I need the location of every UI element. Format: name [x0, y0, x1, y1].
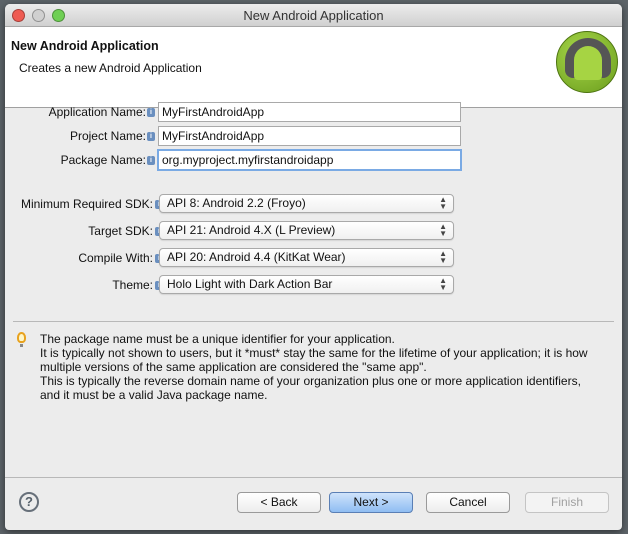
- min-sdk-dropdown[interactable]: API 8: Android 2.2 (Froyo) ▲ ▼: [159, 194, 454, 213]
- cancel-button[interactable]: Cancel: [426, 492, 510, 513]
- divider: [13, 321, 614, 322]
- compile-with-dropdown[interactable]: API 20: Android 4.4 (KitKat Wear) ▲ ▼: [159, 248, 454, 267]
- info-icon[interactable]: i: [147, 132, 155, 141]
- hint-line: This is typically the reverse domain nam…: [40, 374, 581, 388]
- hint-line: The package name must be a unique identi…: [40, 332, 395, 346]
- target-sdk-label: Target SDK:: [88, 224, 153, 238]
- window-title: New Android Application: [243, 8, 384, 23]
- back-button[interactable]: < Back: [237, 492, 321, 513]
- application-name-label: Application Name:: [48, 105, 146, 119]
- compile-with-value: API 20: Android 4.4 (KitKat Wear): [167, 250, 346, 264]
- theme-label: Theme:: [112, 278, 153, 292]
- package-name-input[interactable]: org.myproject.myfirstandroidapp: [157, 149, 462, 171]
- next-button[interactable]: Next >: [329, 492, 413, 513]
- hint-line: It is typically not shown to users, but …: [40, 346, 588, 360]
- hint-line: and it must be a valid Java package name…: [40, 388, 268, 402]
- min-sdk-value: API 8: Android 2.2 (Froyo): [167, 196, 306, 210]
- theme-value: Holo Light with Dark Action Bar: [167, 277, 333, 291]
- updown-arrow-icon: ▲ ▼: [439, 222, 447, 238]
- zoom-window-button[interactable]: [52, 9, 65, 22]
- wizard-header: New Android Application Creates a new An…: [5, 27, 622, 108]
- divider: [5, 477, 622, 478]
- info-icon[interactable]: i: [147, 156, 155, 165]
- hint-line: multiple versions of the same applicatio…: [40, 360, 427, 374]
- lightbulb-icon: [17, 332, 26, 347]
- page-title: New Android Application: [11, 39, 159, 53]
- package-name-label: Package Name:: [60, 153, 146, 167]
- updown-arrow-icon: ▲ ▼: [439, 195, 447, 211]
- close-window-button[interactable]: [12, 9, 25, 22]
- project-name-label: Project Name:: [69, 129, 146, 143]
- theme-dropdown[interactable]: Holo Light with Dark Action Bar ▲ ▼: [159, 275, 454, 294]
- updown-arrow-icon: ▲ ▼: [439, 249, 447, 265]
- application-name-input[interactable]: MyFirstAndroidApp: [158, 102, 461, 122]
- title-bar[interactable]: New Android Application: [5, 4, 622, 27]
- min-sdk-label: Minimum Required SDK:: [20, 197, 153, 211]
- project-name-input[interactable]: MyFirstAndroidApp: [158, 126, 461, 146]
- help-icon[interactable]: ?: [19, 492, 39, 512]
- info-icon[interactable]: i: [147, 108, 155, 117]
- hint-text: The package name must be a unique identi…: [40, 332, 588, 402]
- compile-with-label: Compile With:: [78, 251, 153, 265]
- target-sdk-value: API 21: Android 4.X (L Preview): [167, 223, 336, 237]
- page-subtitle: Creates a new Android Application: [19, 61, 202, 75]
- minimize-window-button[interactable]: [32, 9, 45, 22]
- updown-arrow-icon: ▲ ▼: [439, 276, 447, 292]
- android-logo-icon: [556, 31, 618, 93]
- target-sdk-dropdown[interactable]: API 21: Android 4.X (L Preview) ▲ ▼: [159, 221, 454, 240]
- dialog-window: New Android Application New Android Appl…: [5, 4, 622, 530]
- finish-button: Finish: [525, 492, 609, 513]
